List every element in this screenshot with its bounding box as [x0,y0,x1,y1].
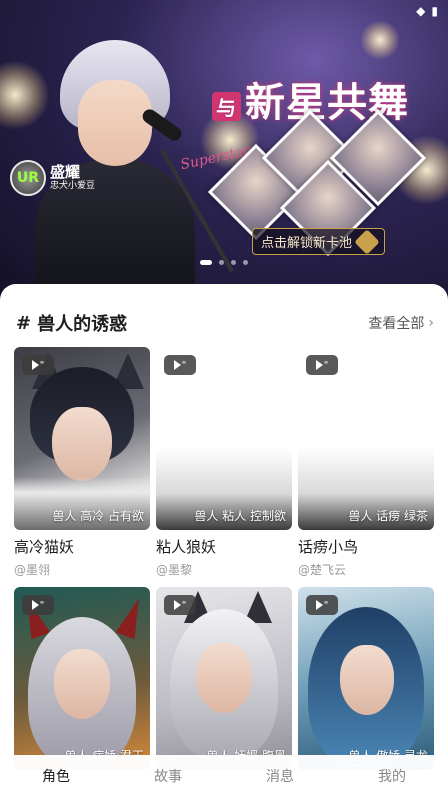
character-tags: 兽人 粘人 控制欲 [194,509,286,523]
logo-name: 盛耀 [50,163,81,181]
see-all-link[interactable]: 查看全部 › [368,313,434,333]
carousel-dot[interactable] [243,260,248,265]
section-title: 兽人的诱惑 [37,314,128,335]
character-image: " 兽人 高冷 占有欲 [14,347,150,530]
see-all-label: 查看全部 [368,316,425,332]
character-card[interactable]: " 兽人 粘人 控制欲 粘人狼妖 @墨黎 [156,347,292,578]
battery-icon: ▮ [431,4,438,18]
voice-badge: " [164,355,196,375]
character-tags: 兽人 高冷 占有欲 [52,509,144,523]
content-sheet: # 兽人的诱惑 查看全部 › " 兽人 高冷 占有欲 高冷猫妖 @墨翎 " 兽人… [0,284,448,797]
carousel-dot[interactable] [231,260,236,265]
tab-messages[interactable]: 消息 [240,766,320,786]
character-image: " 兽人 妩媚 腹黑 [156,587,292,770]
character-card[interactable]: " 兽人 病娇 君王 [14,587,150,770]
voice-badge: " [306,355,338,375]
voice-badge: " [22,595,54,615]
carousel-indicator [200,260,248,265]
character-card[interactable]: " 兽人 妩媚 腹黑 [156,587,292,770]
character-tags: 兽人 话痨 绿茶 [348,509,428,523]
wifi-icon: ◆ [416,4,426,18]
tab-stories[interactable]: 故事 [128,766,208,786]
banner-title-prefix: 与 [212,91,241,121]
character-card[interactable]: " 兽人 傲娇 灵龙 [298,587,434,770]
tab-characters[interactable]: 角色 [16,766,96,786]
character-author: @墨翎 [14,563,51,577]
logo-subtitle: 忠犬小爱豆 [50,181,96,191]
section-header: # 兽人的诱惑 查看全部 › [16,310,434,336]
character-image: " 兽人 话痨 绿茶 [298,347,434,530]
hash-icon: # [16,312,32,334]
carousel-dot[interactable] [200,260,212,265]
chevron-right-icon: › [428,315,434,331]
character-name: 高冷猫妖 [14,538,75,556]
character-name: 粘人狼妖 [156,538,217,556]
character-image: " 兽人 傲娇 灵龙 [298,587,434,770]
status-bar-icons: ◆ ▮ [416,4,438,18]
voice-badge: " [306,595,338,615]
unlock-card-pool-button[interactable]: 点击解锁新卡池 [252,228,386,255]
banner-logo: UR 盛耀 忠犬小爱豆 [10,160,95,196]
character-image: " 兽人 粘人 控制欲 [156,347,292,530]
character-card[interactable]: " 兽人 高冷 占有欲 高冷猫妖 @墨翎 [14,347,150,578]
character-image: " 兽人 病娇 君王 [14,587,150,770]
voice-badge: " [22,355,54,375]
bottom-tab-bar: 角色 故事 消息 我的 [0,755,448,797]
character-card[interactable]: " 兽人 话痨 绿茶 话痨小鸟 @楚飞云 [298,347,434,578]
character-name: 话痨小鸟 [298,538,359,556]
stage-light [360,20,400,60]
ur-badge: UR [10,160,46,196]
tab-me[interactable]: 我的 [352,766,432,786]
voice-badge: " [164,595,196,615]
character-author: @楚飞云 [298,563,347,577]
gift-icon [354,228,380,255]
character-author: @墨黎 [156,563,193,577]
promo-banner[interactable]: ◆ ▮ UR 盛耀 忠犬小爱豆 与新星共舞 Superstar 点击解锁新卡池 [0,0,448,300]
carousel-dot[interactable] [219,260,224,265]
unlock-label: 点击解锁新卡池 [261,236,353,251]
